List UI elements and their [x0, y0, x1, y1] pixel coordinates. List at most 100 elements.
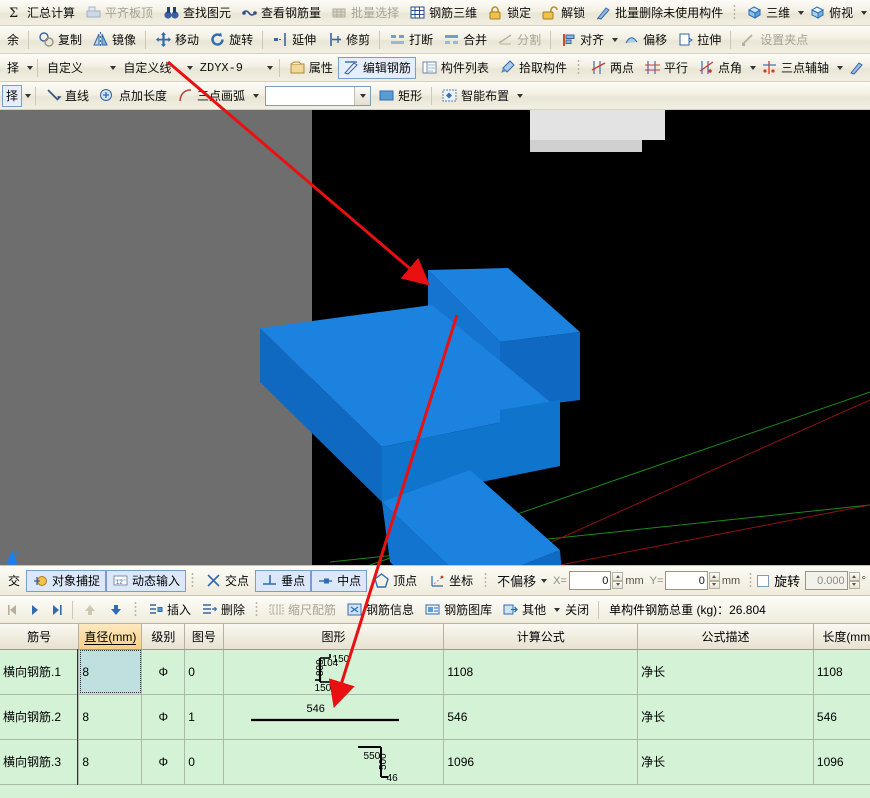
- toolbar-button-summary-calc[interactable]: Σ 汇总计算: [2, 2, 80, 24]
- cell-shape[interactable]: 546: [223, 694, 444, 739]
- y-spinner[interactable]: [709, 572, 720, 589]
- col-header-desc[interactable]: 公式描述: [638, 624, 814, 649]
- rebar-library-button[interactable]: 钢筋图库: [419, 599, 497, 621]
- nav-first-button[interactable]: [2, 599, 24, 621]
- custom-line-combo[interactable]: 自定义线: [118, 57, 194, 79]
- x-offset-input[interactable]: 0: [569, 571, 611, 590]
- col-header-diameter[interactable]: 直径(mm): [79, 624, 142, 649]
- col-header-name[interactable]: 筋号: [0, 624, 79, 649]
- move-up-button[interactable]: [77, 599, 103, 621]
- toolbar-button-smart-layout[interactable]: 智能布置: [436, 85, 514, 107]
- toolbar-button-batch-select[interactable]: 批量选择: [326, 2, 404, 24]
- snap-button-intersection[interactable]: 交点: [199, 570, 255, 592]
- cell-grade[interactable]: Φ: [142, 649, 185, 694]
- toolbar-button-merge[interactable]: 合并: [438, 29, 492, 51]
- col-header-length[interactable]: 长度(mm): [813, 624, 870, 649]
- component-name-combo[interactable]: ZDYX-9: [195, 57, 275, 79]
- cell-grade[interactable]: Φ: [142, 694, 185, 739]
- nav-last-button[interactable]: [46, 599, 68, 621]
- cell-figno[interactable]: 0: [185, 739, 223, 784]
- snap-button-perpendicular[interactable]: 垂点: [255, 570, 311, 592]
- toolbar-button-axis-extra[interactable]: [843, 57, 870, 79]
- toolbar-button-copy[interactable]: 复制: [33, 29, 87, 51]
- rotate-checkbox[interactable]: [757, 575, 769, 587]
- rebar-other-button[interactable]: 其他: [497, 599, 551, 621]
- toolbar-button-rectangle[interactable]: 矩形: [373, 85, 427, 107]
- select-tool-label[interactable]: 择: [2, 57, 24, 79]
- toolbar-button-break[interactable]: 打断: [384, 29, 438, 51]
- toolbar-button-lock[interactable]: 锁定: [482, 2, 536, 24]
- toolbar-button-top-view[interactable]: 俯视: [804, 2, 858, 24]
- col-header-shape[interactable]: 图形: [223, 624, 444, 649]
- chevron-down-icon-arc[interactable]: [253, 94, 259, 98]
- toolbar-button-three-point-aux-axis[interactable]: 三点辅轴: [756, 57, 834, 79]
- col-header-grade[interactable]: 级别: [142, 624, 185, 649]
- cell-formula[interactable]: 546: [444, 694, 638, 739]
- toolbar-button-extend[interactable]: 延伸: [267, 29, 321, 51]
- table-row[interactable]: 横向钢筋.3 8 Φ 0 550 500 46: [0, 739, 870, 784]
- cell-name[interactable]: 横向钢筋.2: [0, 694, 79, 739]
- col-header-figno[interactable]: 图号: [185, 624, 223, 649]
- offset-mode-combo[interactable]: 不偏移: [492, 570, 549, 592]
- toolbar-button-view-rebar-quantity[interactable]: 查看钢筋量: [236, 2, 326, 24]
- toolbar-button-align-slab-top[interactable]: 平齐板顶: [80, 2, 158, 24]
- cell-formula[interactable]: 1096: [444, 739, 638, 784]
- col-header-formula[interactable]: 计算公式: [444, 624, 638, 649]
- toolbar-button-rebar-3d[interactable]: 钢筋三维: [404, 2, 482, 24]
- toolbar-button-three-point-arc[interactable]: 三点画弧: [172, 85, 250, 107]
- chevron-down-icon[interactable]: [267, 66, 273, 70]
- toolbar-button-align[interactable]: 对齐: [555, 29, 609, 51]
- move-down-button[interactable]: [103, 599, 129, 621]
- toolbar-button-move[interactable]: 移动: [150, 29, 204, 51]
- rebar-delete-row-button[interactable]: 删除: [196, 599, 250, 621]
- rebar-table[interactable]: 筋号 直径(mm) 级别 图号 图形 计算公式 公式描述 长度(mm) 根数 搭…: [0, 624, 870, 798]
- toolbar-button-rotate[interactable]: 旋转: [204, 29, 258, 51]
- custom-type-combo[interactable]: 自定义: [42, 57, 118, 79]
- draw-select-tool[interactable]: 择: [2, 85, 22, 107]
- toolbar-button-component-list[interactable]: 构件列表: [416, 57, 494, 79]
- snap-button-dynamic-input[interactable]: 12 动态输入: [106, 570, 186, 592]
- cell-diameter[interactable]: 8: [79, 694, 142, 739]
- chevron-down-icon-smart-layout[interactable]: [517, 94, 523, 98]
- toolbar-button-set-grip[interactable]: 设置夹点: [735, 29, 813, 51]
- chevron-down-icon[interactable]: [541, 579, 547, 583]
- cell-desc[interactable]: 净长: [638, 739, 814, 784]
- chevron-down-icon[interactable]: [187, 66, 193, 70]
- arc-style-combo[interactable]: [265, 86, 371, 106]
- toolbar-button-batch-delete-unused[interactable]: 批量删除未使用构件: [590, 2, 728, 24]
- toolbar-button-unlock[interactable]: 解锁: [536, 2, 590, 24]
- chevron-down-icon-draw-select[interactable]: [25, 94, 31, 98]
- toolbar-button-delete-partial[interactable]: 余: [2, 29, 24, 51]
- toolbar-button-point-plus-length[interactable]: 点加长度: [94, 85, 172, 107]
- cell-desc[interactable]: 净长: [638, 694, 814, 739]
- toolbar-button-properties[interactable]: 属性: [284, 57, 338, 79]
- toolbar-button-split[interactable]: 分割: [492, 29, 546, 51]
- cell-figno[interactable]: 0: [185, 649, 223, 694]
- rotate-spinner[interactable]: [849, 572, 860, 589]
- toolbar-button-find-element[interactable]: 查找图元: [158, 2, 236, 24]
- toolbar-button-point-angle-axis[interactable]: 点角: [693, 57, 747, 79]
- toolbar-button-parallel-axis[interactable]: 平行: [639, 57, 693, 79]
- rebar-insert-row-button[interactable]: 插入: [142, 599, 196, 621]
- toolbar-button-line[interactable]: 直线: [40, 85, 94, 107]
- cell-shape[interactable]: 809 104 150 150: [223, 649, 444, 694]
- snap-button-object-snap[interactable]: 对象捕捉: [26, 570, 106, 592]
- rotate-input[interactable]: 0.000: [805, 571, 847, 590]
- x-spinner[interactable]: [612, 572, 623, 589]
- toolbar-button-two-point-axis[interactable]: 两点: [585, 57, 639, 79]
- chevron-down-icon-select[interactable]: [27, 66, 33, 70]
- cell-name[interactable]: 横向钢筋.3: [0, 739, 79, 784]
- table-row[interactable]: 横向钢筋.2 8 Φ 1 546 546 净长 546: [0, 694, 870, 739]
- cell-length[interactable]: 546: [813, 694, 870, 739]
- snap-button-vertex[interactable]: 顶点: [367, 570, 423, 592]
- toolbar-button-offset[interactable]: 偏移: [618, 29, 672, 51]
- cell-shape[interactable]: 550 500 46: [223, 739, 444, 784]
- snap-button-coordinate[interactable]: 坐标: [423, 570, 479, 592]
- table-row[interactable]: 横向钢筋.1 8 Φ 0 809: [0, 649, 870, 694]
- rebar-info-button[interactable]: 钢筋信息: [341, 599, 419, 621]
- toolbar-button-pick-component[interactable]: 拾取构件: [494, 57, 572, 79]
- toolbar-button-mirror[interactable]: 镜像: [87, 29, 141, 51]
- cell-length[interactable]: 1108: [813, 649, 870, 694]
- chevron-down-icon[interactable]: [110, 66, 116, 70]
- snap-button-midpoint[interactable]: 中点: [311, 570, 367, 592]
